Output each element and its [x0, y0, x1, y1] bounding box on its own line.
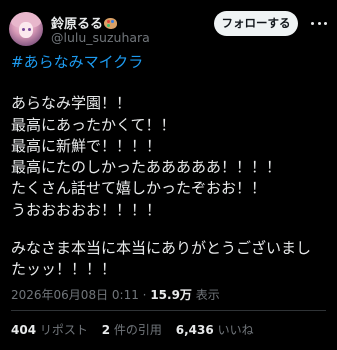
quotes-stat[interactable]: 2 件の引用 [102, 323, 162, 337]
hashtag-link[interactable]: #あらなみマイクラ [11, 51, 143, 72]
quotes-count: 2 [101, 323, 111, 337]
views-count: 15.9万 [150, 288, 192, 302]
likes-label: いいね [217, 323, 254, 337]
tweet-text-line: たッッ！！！！ [11, 260, 117, 278]
artist-palette-icon [104, 18, 118, 29]
likes-stat[interactable]: 6,436 いいね [176, 323, 254, 337]
quotes-label: 件の引用 [113, 323, 162, 337]
reposts-label: リポスト [39, 323, 88, 337]
likes-count: 6,436 [175, 323, 214, 337]
tweet-text-line: うおおおおお！！！！ [11, 201, 162, 219]
views-label: 表示 [195, 288, 220, 302]
reposts-stat[interactable]: 404 リポスト [11, 323, 88, 337]
tweet-meta: 2026年06月08日 0:11 · 15.9万 表示 [11, 286, 220, 303]
tweet-text-line: 最高にたのしかったあああああ！！！！ [11, 158, 282, 176]
more-horizontal-icon[interactable] [311, 16, 327, 30]
tweet-text-line: あらなみ学園！！ [11, 94, 132, 112]
engagement-stats: 404 リポスト 2 件の引用 6,436 いいね [11, 321, 264, 338]
divider [11, 310, 326, 311]
meta-separator: · [142, 288, 147, 302]
tweet-text-line: 最高にあったかくて！！ [11, 116, 176, 134]
user-handle[interactable]: @lulu_suzuhara [51, 30, 150, 45]
avatar[interactable] [9, 12, 43, 46]
follow-button[interactable]: フォローする [214, 11, 298, 36]
tweet-text-line: たくさん話せて嬉しかったぞおお！！ [11, 179, 267, 197]
timestamp-link[interactable]: 2026年06月08日 0:11 [11, 288, 139, 302]
tweet-text-line: 最高に新鮮で！！！！ [11, 137, 162, 155]
reposts-count: 404 [11, 323, 37, 337]
tweet-text-line: みなさま本当に本当にありがとうございまし [11, 239, 312, 257]
